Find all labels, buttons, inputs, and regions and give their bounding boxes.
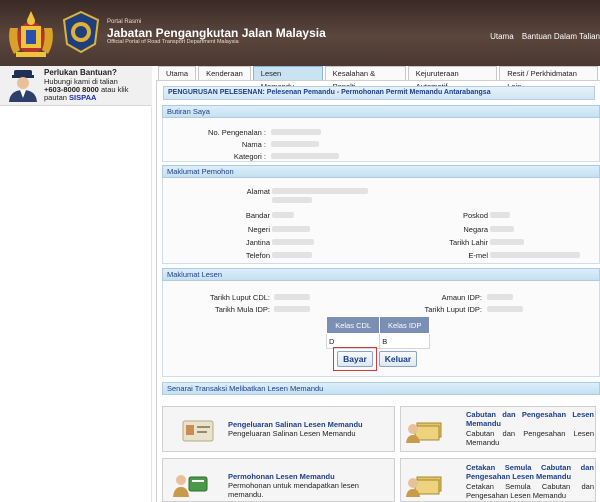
value-tarikh-luput-cdl <box>274 294 310 300</box>
help-link-line: pautan SISPAA <box>44 93 96 102</box>
value-negara <box>490 226 514 232</box>
section-maklumat-pemohon: Maklumat Pemohon <box>162 165 600 178</box>
apply-license-icon <box>173 475 208 497</box>
label-kategori: Kategori : <box>233 152 266 161</box>
site-title: Jabatan Pengangkutan Jalan Malaysia <box>107 26 326 40</box>
card-salinan-lesen[interactable]: Pengeluaran Salinan Lesen Memandu Pengel… <box>162 406 395 452</box>
officer-avatar-icon <box>9 70 37 102</box>
card-cabutan-pengesahan[interactable]: Cabutan dan Pengesahan Lesen Memandu Cab… <box>400 406 596 452</box>
section-maklumat-lesen: Maklumat Lesen <box>162 268 600 281</box>
value-telefon <box>272 252 312 258</box>
value-jantina <box>272 239 314 245</box>
card-desc: Pengeluaran Salinan Lesen Memandu <box>228 429 356 438</box>
card-desc: Cetakan Semula Cabutan dan Pengesahan Le… <box>466 482 594 500</box>
tab-kesalahan-penalti[interactable]: Kesalahan & Penalti <box>324 66 406 91</box>
sispaa-link[interactable]: SISPAA <box>69 93 96 102</box>
top-link-bantuan[interactable]: Bantuan Dalam Talian <box>522 32 600 41</box>
value-tarikh-lahir <box>490 239 524 245</box>
tab-resit-perkhidmatan[interactable]: Resit / Perkhidmatan Lain <box>499 66 598 91</box>
jpj-logo-icon <box>62 10 100 54</box>
tab-kenderaan[interactable]: Kenderaan <box>198 66 251 80</box>
label-jantina: Jantina <box>245 238 270 247</box>
label-emel: E-mel <box>468 251 488 260</box>
portal-label: Portal Rasmi <box>107 19 142 25</box>
card-desc: Cabutan dan Pengesahan Lesen Memandu <box>466 429 594 447</box>
help-or-click: atau klik <box>100 85 129 94</box>
section-butiran-saya: Butiran Saya <box>162 105 600 118</box>
value-tarikh-luput-idp <box>487 306 523 312</box>
main-tabs: Utama Kenderaan Lesen Memandu Kesalahan … <box>158 66 600 91</box>
label-no-pengenalan: No. Pengenalan : <box>208 128 266 137</box>
label-nama: Nama : <box>241 140 266 149</box>
section-senarai-transaksi: Senarai Transaksi Melibatkan Lesen Meman… <box>162 382 600 395</box>
left-column <box>0 107 152 502</box>
value-poskod <box>490 212 510 218</box>
license-card-icon <box>182 420 214 442</box>
value-bandar <box>272 212 294 218</box>
license-class-table: Kelas CDL Kelas IDP D B <box>325 316 430 349</box>
tab-lesen-memandu[interactable]: Lesen Memandu <box>252 66 323 91</box>
keluar-button[interactable]: Keluar <box>379 351 417 367</box>
money-icon <box>406 476 442 497</box>
label-amaun-idp: Amaun IDP: <box>441 293 482 302</box>
site-header: Portal Rasmi Jabatan Pengangkutan Jalan … <box>0 0 600 66</box>
top-nav: Utama Bantuan Dalam Talian <box>484 32 600 41</box>
label-alamat: Alamat <box>246 187 270 196</box>
butiran-panel <box>162 118 600 162</box>
value-negeri <box>272 226 310 232</box>
help-panel: Perlukan Bantuan? Hubungi kami di talian… <box>0 66 152 106</box>
card-permohonan-lesen[interactable]: Permohonan Lesen Memandu Permohonan untu… <box>162 458 395 502</box>
money-icon <box>406 422 442 443</box>
card-title[interactable]: Pengeluaran Salinan Lesen Memandu <box>228 420 363 429</box>
card-title[interactable]: Cabutan dan Pengesahan Lesen Memandu <box>466 410 594 428</box>
value-alamat-1 <box>272 188 368 194</box>
label-poskod: Poskod <box>462 211 488 220</box>
value-emel <box>490 252 580 258</box>
label-bandar: Bandar <box>245 211 270 220</box>
help-link-prefix: pautan <box>44 93 67 102</box>
label-negeri: Negeri <box>247 225 270 234</box>
cell-kelas-idp: B <box>379 333 430 349</box>
top-link-utama[interactable]: Utama <box>490 32 514 41</box>
label-negara: Negara <box>463 225 488 234</box>
value-nama <box>271 141 319 147</box>
card-cetakan-semula[interactable]: Cetakan Semula Cabutan dan Pengesahan Le… <box>400 458 596 502</box>
header-kelas-cdl: Kelas CDL <box>325 316 381 334</box>
help-title: Perlukan Bantuan? <box>44 68 117 77</box>
label-tarikh-lahir: Tarikh Lahir <box>449 238 488 247</box>
tab-utama[interactable]: Utama <box>158 66 197 80</box>
site-subtitle: Official Portal of Road Transport Depart… <box>107 39 239 45</box>
tab-kejuruteraan-automotif[interactable]: Kejuruteraan Automotif <box>407 66 498 91</box>
card-title[interactable]: Cetakan Semula Cabutan dan Pengesahan Le… <box>466 463 594 481</box>
table-header-row: Kelas CDL Kelas IDP <box>325 316 430 334</box>
value-tarikh-mula-idp <box>274 306 310 312</box>
card-title[interactable]: Permohonan Lesen Memandu <box>228 472 335 481</box>
value-kategori <box>271 153 339 159</box>
page-title: PENGURUSAN PELESENAN: Pelesenan Pemandu … <box>163 86 595 100</box>
label-tarikh-mula-idp: Tarikh Mula IDP: <box>214 305 270 314</box>
value-alamat-2 <box>272 197 312 203</box>
header-kelas-idp: Kelas IDP <box>379 316 430 334</box>
label-telefon: Telefon <box>245 251 270 260</box>
value-amaun-idp <box>487 294 513 300</box>
card-desc: Permohonan untuk mendapatkan lesen meman… <box>228 481 359 499</box>
coat-of-arms-icon <box>9 11 53 57</box>
bayar-button[interactable]: Bayar <box>337 351 373 367</box>
label-tarikh-luput-idp: Tarikh Luput IDP: <box>424 305 482 314</box>
value-no-pengenalan <box>271 129 321 135</box>
label-tarikh-luput-cdl: Tarikh Luput CDL: <box>209 293 270 302</box>
